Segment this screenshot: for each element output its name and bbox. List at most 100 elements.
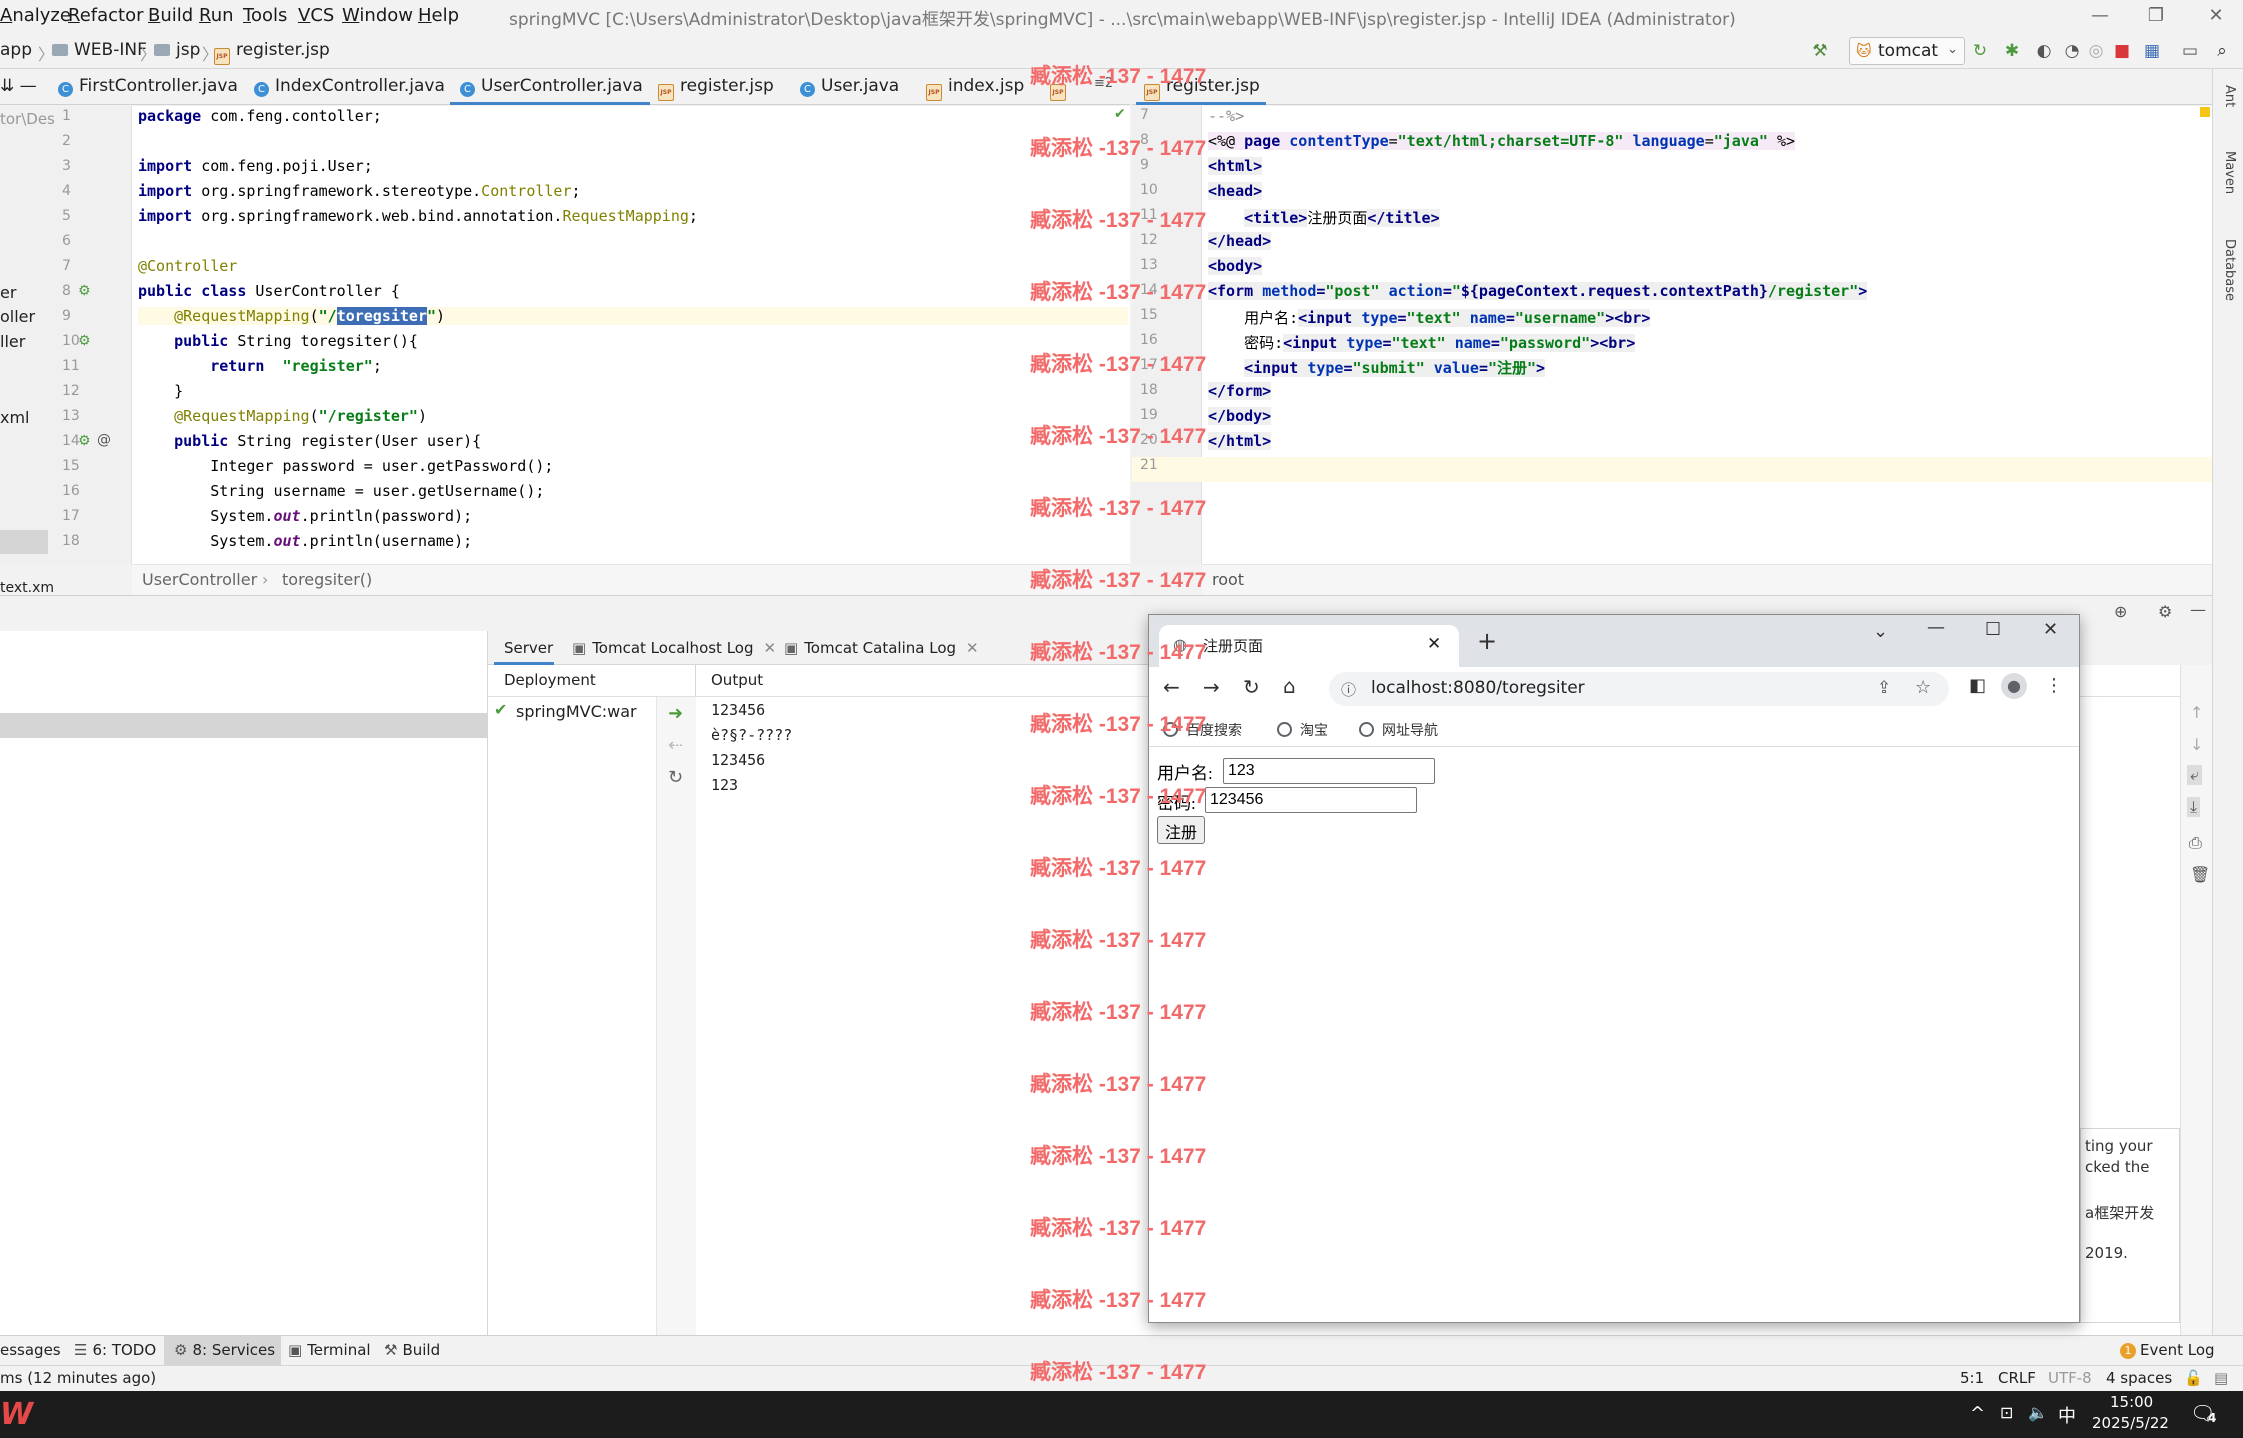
side-panel-icon[interactable]: ◧: [1969, 675, 1986, 696]
run-config-select[interactable]: 🐱 tomcat ⌄: [1849, 37, 1965, 65]
new-tab-button[interactable]: +: [1477, 627, 1497, 655]
rerun-icon[interactable]: ↻: [1970, 41, 1990, 61]
username-input[interactable]: [1223, 758, 1435, 784]
stop-icon[interactable]: ■: [2112, 41, 2132, 61]
event-log-button[interactable]: 1 Event Log: [2120, 1341, 2215, 1359]
build-hammer-icon[interactable]: ⚒: [1810, 41, 1830, 61]
breadcrumb-root[interactable]: root: [1212, 570, 1244, 589]
project-tree-item[interactable]: text.xm: [0, 580, 54, 596]
crumb-register-jsp[interactable]: JSP register.jsp: [214, 40, 330, 65]
database-tool-button[interactable]: Database: [2222, 239, 2237, 301]
layout-icon[interactable]: ▭: [2180, 41, 2200, 61]
browser-minimize-button[interactable]: —: [1927, 617, 1945, 638]
menu-refactor[interactable]: Refactor: [68, 5, 144, 26]
project-tree-selected-row[interactable]: [0, 530, 48, 554]
indent-setting[interactable]: 4 spaces: [2106, 1369, 2172, 1387]
hide-panel-icon[interactable]: —: [2190, 600, 2206, 619]
tab-tomcat-catalina-log[interactable]: ▣ Tomcat Catalina Log ✕: [784, 639, 979, 657]
project-structure-icon[interactable]: ▦: [2142, 41, 2162, 61]
deploy-icon[interactable]: ➜: [668, 703, 683, 724]
print-icon[interactable]: ⎙: [2189, 833, 2202, 853]
project-tree-item[interactable]: er: [0, 283, 16, 302]
gear-icon[interactable]: ⚙: [2158, 602, 2172, 621]
line-separator[interactable]: CRLF: [1998, 1369, 2036, 1387]
share-icon[interactable]: ⇪: [1877, 678, 1891, 698]
arrow-down-icon[interactable]: ↓: [2190, 735, 2203, 754]
forward-arrow-icon[interactable]: →: [1203, 675, 1220, 699]
chevron-up-icon[interactable]: ^: [1970, 1403, 1985, 1424]
menu-help[interactable]: Help: [418, 5, 459, 26]
ant-tool-button[interactable]: Ant: [2222, 85, 2237, 107]
close-icon[interactable]: ✕: [966, 639, 979, 657]
star-icon[interactable]: ☆: [1915, 677, 1931, 698]
tab-server[interactable]: Server: [504, 639, 553, 657]
breadcrumb-class[interactable]: UserController: [142, 570, 257, 589]
project-tree-item[interactable]: xml: [0, 408, 30, 427]
menu-analyze[interactable]: Analyze: [0, 5, 71, 26]
project-tree-item[interactable]: ller: [0, 332, 25, 351]
tab-user-java[interactable]: C User.java: [800, 76, 899, 97]
network-icon[interactable]: ⊡: [2000, 1403, 2013, 1422]
browser-close-button[interactable]: ✕: [2043, 619, 2058, 640]
crumb-app[interactable]: app: [0, 40, 32, 60]
menu-build[interactable]: Build: [148, 5, 193, 26]
coverage-icon[interactable]: ◐: [2034, 41, 2054, 61]
password-input[interactable]: [1205, 787, 1417, 813]
notification-balloon[interactable]: ting your cked the a框架开发 2019.: [2080, 1128, 2180, 1323]
caret-position[interactable]: 5:1: [1960, 1369, 1984, 1387]
close-window-button[interactable]: ✕: [2196, 2, 2236, 30]
tab-search-icon[interactable]: ⌄: [1873, 621, 1888, 642]
maximize-button[interactable]: ❐: [2136, 2, 2176, 30]
info-icon[interactable]: ⓘ: [1341, 679, 1356, 700]
services-tree-selected-row[interactable]: [0, 713, 488, 738]
tab-tomcat-localhost-log[interactable]: ▣ Tomcat Localhost Log ✕: [572, 639, 776, 657]
submit-button[interactable]: 注册: [1157, 816, 1206, 844]
menu-window[interactable]: Window: [342, 5, 413, 26]
collapse-icon[interactable]: ⇊ —: [0, 76, 37, 96]
crumb-jsp[interactable]: jsp: [154, 40, 200, 60]
ime-indicator[interactable]: 中: [2058, 1402, 2076, 1428]
attach-icon[interactable]: ◎: [2086, 41, 2106, 61]
address-bar[interactable]: ⓘ localhost:8080/toregsiter ⇪ ☆: [1329, 672, 1949, 706]
menu-run[interactable]: Run: [199, 5, 234, 26]
spring-bean-icon[interactable]: ⚙: [78, 333, 91, 349]
maven-tool-button[interactable]: Maven: [2222, 151, 2237, 194]
tab-index-jsp[interactable]: JSP index.jsp: [926, 76, 1024, 101]
minimize-button[interactable]: —: [2080, 2, 2120, 30]
toolwindow-terminal[interactable]: ▣ Terminal: [288, 1341, 371, 1359]
close-icon[interactable]: ✕: [764, 639, 777, 657]
toolwindow-build[interactable]: ⚒ Build: [384, 1341, 440, 1359]
toolwindow-todo[interactable]: ☰ 6: TODO: [74, 1341, 156, 1359]
tab-indexcontroller[interactable]: C IndexController.java: [254, 76, 445, 97]
lock-icon[interactable]: 🔓: [2184, 1369, 2203, 1387]
reload-icon[interactable]: ↻: [1243, 675, 1260, 699]
spring-bean-icon[interactable]: ⚙: [78, 433, 91, 449]
toolwindow-services[interactable]: ⚙ 8: Services: [164, 1336, 282, 1365]
close-tab-icon[interactable]: ✕: [1427, 634, 1441, 654]
bookmark-taobao[interactable]: 淘宝: [1277, 720, 1328, 740]
profile-avatar-icon[interactable]: ●: [2001, 673, 2027, 699]
crumb-web-inf[interactable]: WEB-INF: [52, 40, 147, 60]
menu-tools[interactable]: Tools: [243, 5, 287, 26]
tab-register-jsp[interactable]: JSP register.jsp: [658, 76, 774, 101]
inspection-status-icon[interactable]: [2200, 107, 2210, 117]
annotation-icon[interactable]: @: [97, 432, 111, 448]
globe-settings-icon[interactable]: ⊕: [2114, 602, 2127, 621]
profile-icon[interactable]: ◔: [2062, 41, 2082, 61]
toolwindow-messages[interactable]: essages: [0, 1341, 61, 1359]
scroll-to-end-icon[interactable]: ⤓: [2187, 797, 2201, 817]
clock-time[interactable]: 15:00: [2110, 1393, 2153, 1411]
search-icon[interactable]: ⌕: [2212, 41, 2232, 61]
trash-icon[interactable]: 🗑: [2190, 865, 2210, 884]
deployment-item[interactable]: springMVC:war: [516, 702, 637, 721]
menu-vcs[interactable]: VCS: [298, 5, 334, 26]
arrow-up-icon[interactable]: ↑: [2190, 703, 2203, 722]
memory-indicator-icon[interactable]: ▤: [2214, 1369, 2228, 1387]
file-encoding[interactable]: UTF-8: [2048, 1369, 2092, 1387]
refresh-icon[interactable]: ↻: [668, 767, 683, 788]
breadcrumb-method[interactable]: toregsiter(): [282, 570, 372, 589]
browser-maximize-button[interactable]: ☐: [1985, 619, 2001, 640]
speaker-icon[interactable]: 🔈: [2028, 1403, 2048, 1422]
undeploy-icon[interactable]: ⇠: [668, 735, 683, 756]
spring-bean-icon[interactable]: ⚙: [78, 283, 91, 299]
